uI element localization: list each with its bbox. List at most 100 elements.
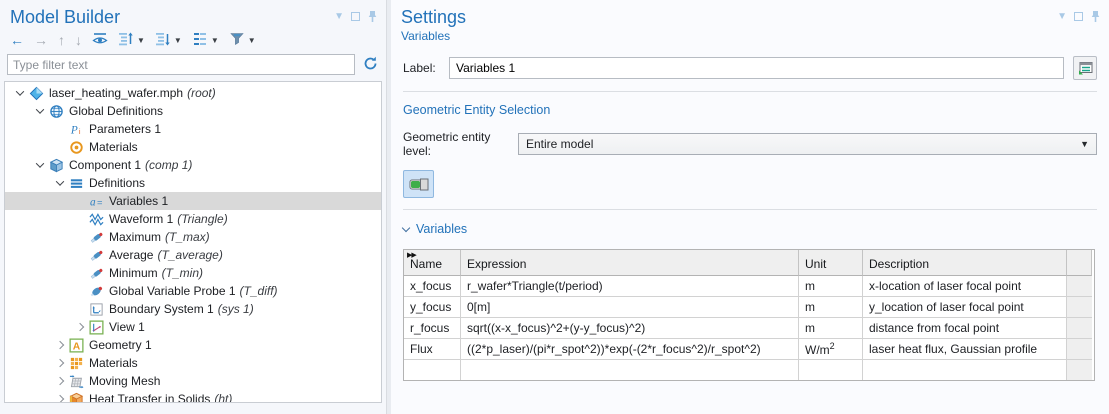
- pin-icon[interactable]: [367, 10, 378, 23]
- move-down-button[interactable]: ↓: [73, 31, 84, 49]
- refresh-icon[interactable]: [362, 55, 379, 75]
- cell-name-value: r_focus: [410, 321, 449, 335]
- variables-section-header[interactable]: Variables: [403, 222, 1097, 236]
- cell-expression[interactable]: [461, 360, 799, 381]
- tree-item-geometry-1[interactable]: AGeometry 1: [5, 336, 381, 354]
- filter-row: [0, 54, 386, 75]
- chevron-collapsed-icon[interactable]: [55, 395, 63, 403]
- tree-item-label: Minimum: [109, 266, 158, 280]
- collapse-all-button[interactable]: ▼: [116, 31, 147, 49]
- detach-icon[interactable]: [1074, 12, 1083, 21]
- back-arrow-button[interactable]: ←: [8, 31, 26, 49]
- forward-arrow-button[interactable]: →: [32, 31, 50, 49]
- chevron-down-icon[interactable]: ▼: [174, 36, 182, 45]
- probe-icon: [88, 265, 105, 281]
- tree-item-global-variable-probe-1[interactable]: Global Variable Probe 1(T_diff): [5, 282, 381, 300]
- geometric-entity-level-select[interactable]: Entire model ▼: [518, 133, 1097, 155]
- tree-item-materials[interactable]: Materials: [5, 354, 381, 372]
- move-up-button[interactable]: ↑: [56, 31, 67, 49]
- model-tree-node-text-icon: [192, 31, 208, 50]
- chevron-down-icon[interactable]: ▼: [248, 36, 256, 45]
- cell-expression[interactable]: r_wafer*Triangle(t/period): [461, 276, 799, 297]
- cell-unit[interactable]: [799, 360, 863, 381]
- cell-unit[interactable]: W/m2: [799, 339, 863, 360]
- table-row[interactable]: Flux((2*p_laser)/(pi*r_spot^2))*exp(-(2*…: [404, 339, 1094, 360]
- chevron-expanded-icon[interactable]: [35, 105, 43, 113]
- cell-description[interactable]: y_location of laser focal point: [863, 297, 1067, 318]
- cell-expression[interactable]: ((2*p_laser)/(pi*r_spot^2))*exp(-(2*r_fo…: [461, 339, 799, 360]
- filter-button[interactable]: ▼: [227, 31, 258, 49]
- cell-name[interactable]: Flux: [404, 339, 461, 360]
- cell-description[interactable]: [863, 360, 1067, 381]
- tree-item-component-1[interactable]: Component 1(comp 1): [5, 156, 381, 174]
- tree-item-maximum[interactable]: Maximum(T_max): [5, 228, 381, 246]
- column-header-unit[interactable]: Unit: [799, 250, 863, 276]
- column-header-description[interactable]: Description: [863, 250, 1067, 276]
- cell-description-value: x-location of laser focal point: [869, 279, 1021, 293]
- tree-item-materials[interactable]: Materials: [5, 138, 381, 156]
- probe-icon: [88, 229, 105, 245]
- chevron-collapsed-icon[interactable]: [55, 341, 63, 349]
- active-toggle-icon: [409, 178, 429, 191]
- cell-description[interactable]: x-location of laser focal point: [863, 276, 1067, 297]
- pin-icon[interactable]: [1090, 10, 1101, 23]
- expand-all-icon: [155, 31, 171, 50]
- cell-expression[interactable]: 0[m]: [461, 297, 799, 318]
- chevron-collapsed-icon[interactable]: [75, 323, 83, 331]
- tree-item-waveform-1[interactable]: Waveform 1(Triangle): [5, 210, 381, 228]
- tree-item-global-definitions[interactable]: Global Definitions: [5, 102, 381, 120]
- tree-item-heat-transfer-in-solids[interactable]: Heat Transfer in Solids(ht): [5, 390, 381, 403]
- chevron-expanded-icon[interactable]: [35, 159, 43, 167]
- table-row[interactable]: y_focus 0[m] my_location of laser focal po…: [404, 297, 1094, 318]
- active-toggle-button[interactable]: [403, 170, 434, 198]
- variables-table: ▶▶NameExpressionUnitDescription x_focusr…: [403, 249, 1095, 381]
- cell-description[interactable]: distance from focal point: [863, 318, 1067, 339]
- table-row[interactable]: x_focusr_wafer*Triangle(t/period) m x-loca…: [404, 276, 1094, 297]
- detach-icon[interactable]: [351, 12, 360, 21]
- cell-unit[interactable]: m: [799, 276, 863, 297]
- tree-item-tag: (T_min): [162, 266, 203, 280]
- column-header-expression[interactable]: Expression: [461, 250, 799, 276]
- chevron-collapsed-icon[interactable]: [55, 359, 63, 367]
- tree-item-minimum[interactable]: Minimum (T_min): [5, 264, 381, 282]
- cell-name[interactable]: x_focus: [404, 276, 461, 297]
- model-tree-node-text-button[interactable]: ▼: [190, 31, 221, 49]
- rename-icon[interactable]: [1073, 56, 1097, 80]
- panel-menu-icon[interactable]: ▼: [334, 11, 344, 22]
- tree-item-boundary-system-1[interactable]: Boundary System 1(sys 1): [5, 300, 381, 318]
- panel-menu-icon[interactable]: ▼: [1057, 11, 1067, 22]
- cell-unit[interactable]: m: [799, 297, 863, 318]
- chevron-collapsed-icon[interactable]: [55, 377, 63, 385]
- cell-unit[interactable]: m: [799, 318, 863, 339]
- table-row[interactable]: r_focus sqrt((x-x_focus)^2+(y-y_focus)^2)…: [404, 318, 1094, 339]
- tree-item-laser-heating-wafer-mph[interactable]: laser_heating_wafer.mph(root): [5, 84, 381, 102]
- expand-all-button[interactable]: ▼: [153, 31, 184, 49]
- chevron-down-icon[interactable]: ▼: [137, 36, 145, 45]
- show-button[interactable]: [90, 31, 110, 49]
- tree-item-label: Moving Mesh: [89, 374, 160, 388]
- table-row[interactable]: [404, 360, 1094, 381]
- tree-item-average[interactable]: Average(T_average): [5, 246, 381, 264]
- cell-expression-value: 0[m]: [467, 300, 490, 314]
- move-up-icon: ↑: [58, 32, 65, 48]
- cell-unit-value: m: [805, 279, 815, 293]
- cell-name[interactable]: y_focus: [404, 297, 461, 318]
- tree-item-variables-1[interactable]: a=Variables 1: [5, 192, 381, 210]
- column-header-name[interactable]: ▶▶Name: [404, 250, 461, 276]
- tree-item-label: Definitions: [89, 176, 145, 190]
- tree-filter-input[interactable]: [7, 54, 355, 75]
- chevron-expanded-icon[interactable]: [55, 177, 63, 185]
- tree-item-view-1[interactable]: View 1: [5, 318, 381, 336]
- tree-item-parameters-1[interactable]: PiParameters 1: [5, 120, 381, 138]
- cell-description[interactable]: laser heat flux, Gaussian profile: [863, 339, 1067, 360]
- tree-item-moving-mesh[interactable]: Moving Mesh: [5, 372, 381, 390]
- label-input[interactable]: [449, 57, 1064, 79]
- cell-name[interactable]: r_focus: [404, 318, 461, 339]
- tree-item-definitions[interactable]: Definitions: [5, 174, 381, 192]
- chevron-expanded-icon[interactable]: [15, 87, 23, 95]
- cell-expression[interactable]: sqrt((x-x_focus)^2+(y-y_focus)^2): [461, 318, 799, 339]
- cell-name[interactable]: [404, 360, 461, 381]
- section-divider: [403, 209, 1097, 210]
- tree-item-label: Waveform 1: [109, 212, 173, 226]
- chevron-down-icon[interactable]: ▼: [211, 36, 219, 45]
